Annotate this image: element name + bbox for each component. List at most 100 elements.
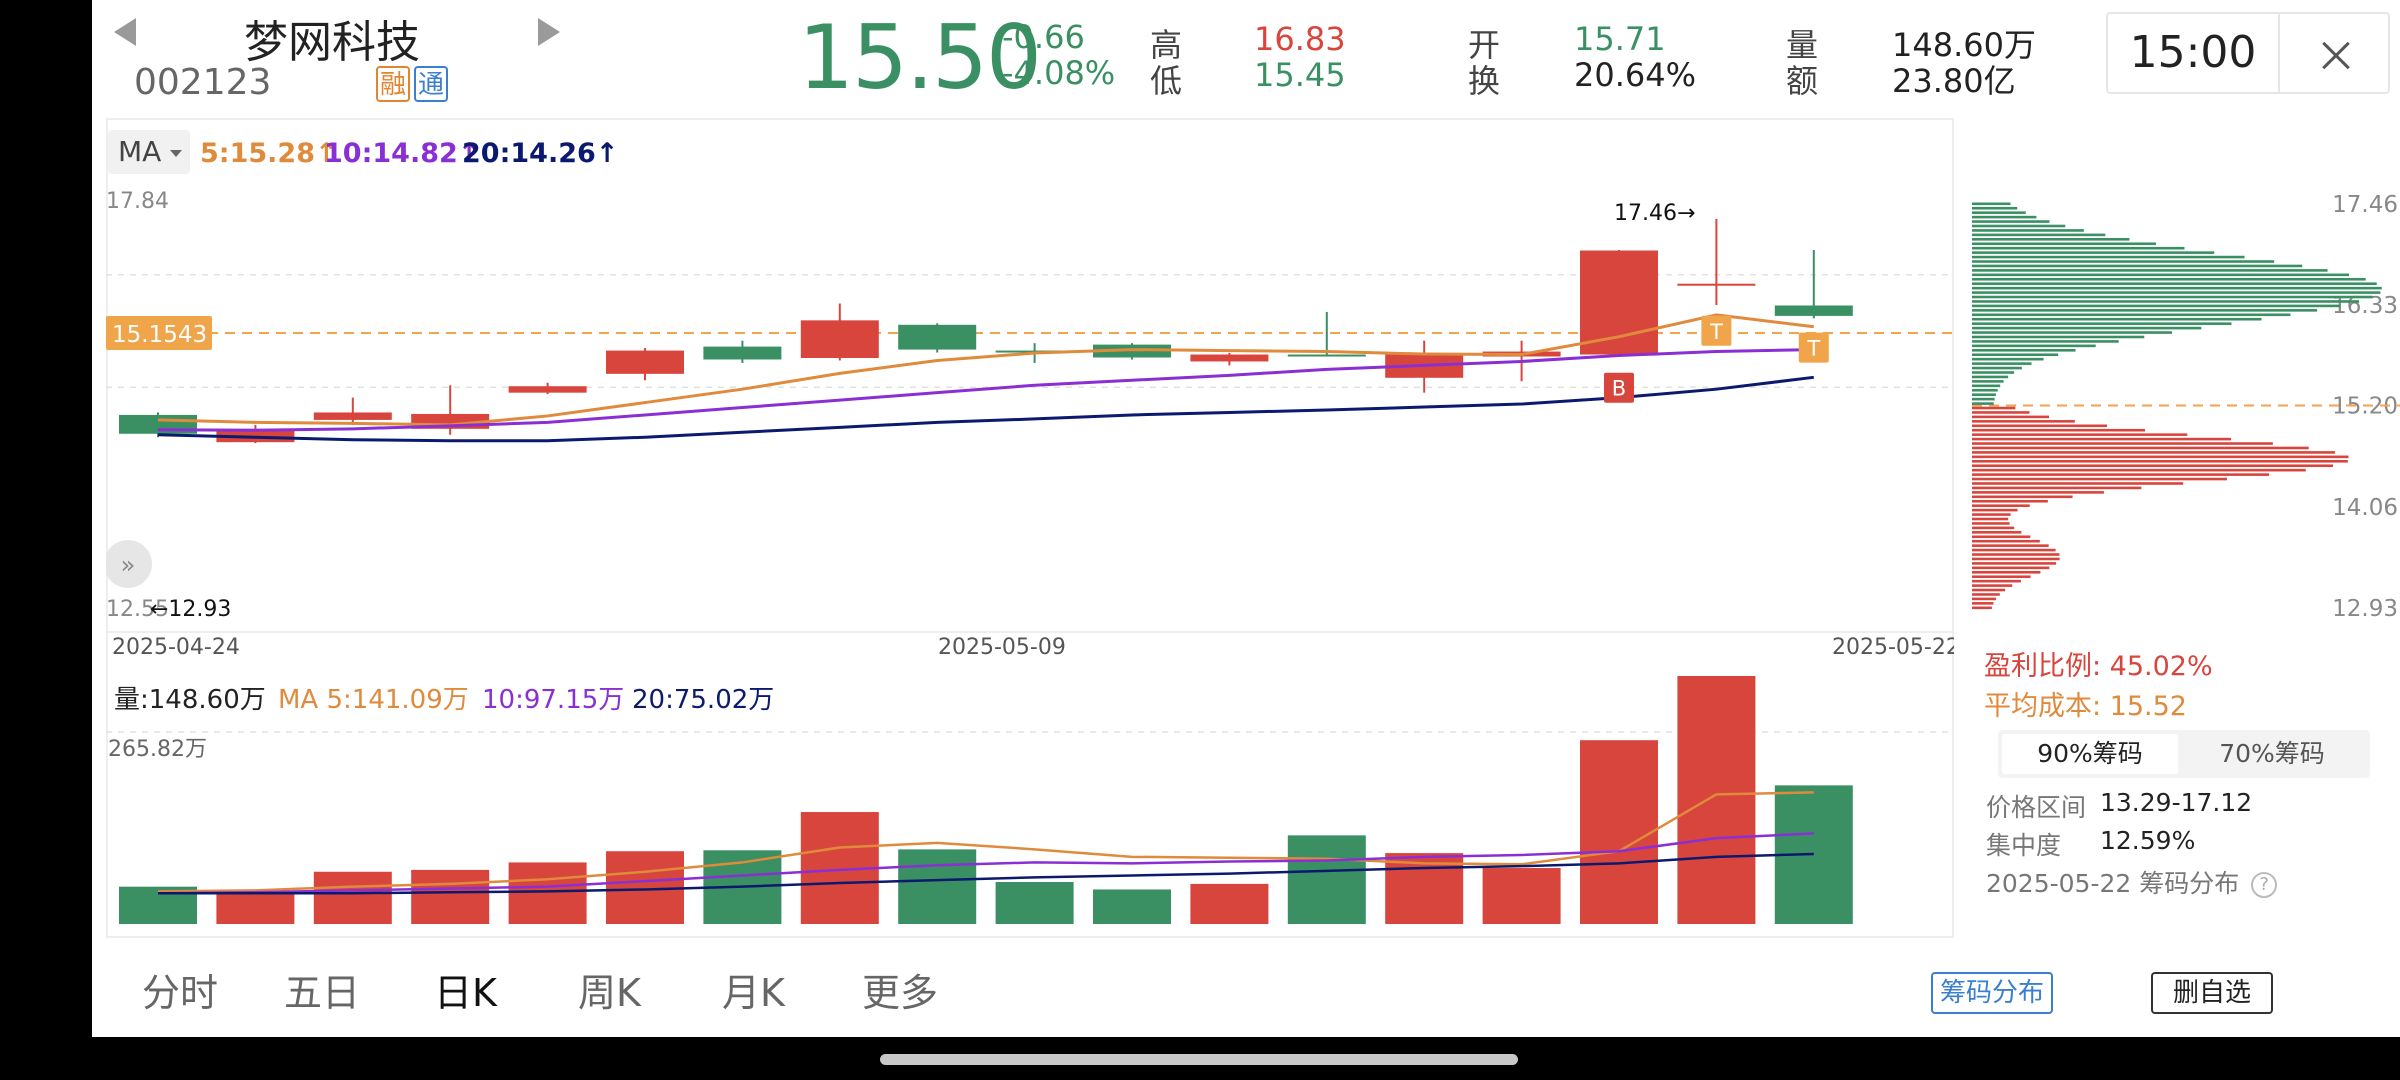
- tab-monthly-k[interactable]: 月K: [722, 962, 785, 1017]
- chip-bar: [1972, 206, 2018, 210]
- help-icon[interactable]: ?: [2251, 872, 2278, 898]
- chip-bar: [1972, 575, 2031, 579]
- margin-trading-badge: 融: [376, 66, 410, 102]
- previous-stock-icon[interactable]: [114, 18, 136, 46]
- candle-body: [606, 350, 684, 374]
- chip-bar: [1972, 238, 2130, 241]
- chip-bar: [1972, 602, 1994, 605]
- chip-bar: [1972, 531, 2022, 534]
- chip-bar: [1972, 264, 2303, 268]
- chip-bar: [1972, 468, 2306, 472]
- signal-label: T: [1709, 320, 1723, 344]
- chip-bar: [1972, 291, 2381, 294]
- chip-bar: [1972, 349, 2076, 352]
- chip-bar: [1972, 317, 2262, 321]
- tab-weekly-k[interactable]: 周K: [578, 962, 641, 1017]
- candle-body: [800, 320, 879, 358]
- low-price-note: ←12.93: [150, 597, 231, 622]
- close-button[interactable]: [2280, 12, 2390, 94]
- chip-bar: [1972, 353, 2059, 357]
- volume-ma20-line: [158, 852, 1814, 895]
- home-indicator[interactable]: [880, 1054, 1518, 1065]
- chip-bar: [1972, 451, 2335, 454]
- chip-bar: [1972, 215, 2037, 219]
- volume-bar: [995, 882, 1074, 924]
- chip-bar: [1972, 371, 2015, 374]
- chip-bar: [1972, 606, 1992, 610]
- volume-bar: [1580, 740, 1658, 924]
- volume-ma20-readout: 20:75.02万: [632, 685, 774, 715]
- chip-bar: [1972, 402, 1994, 405]
- chip-bar: [1972, 344, 2096, 348]
- chip-bar: [1972, 504, 2030, 507]
- chip-bar: [1972, 322, 2232, 325]
- tab-more[interactable]: 更多: [862, 962, 938, 1017]
- price-axis-top: 17.84: [106, 189, 169, 214]
- tab-90-percent-chips[interactable]: 90%筹码: [2002, 734, 2178, 774]
- chip-bar: [1972, 277, 2366, 281]
- chip-bar: [1972, 433, 2188, 436]
- chip-bar: [1972, 331, 2172, 334]
- expand-icon-glyph: »: [121, 551, 136, 579]
- chip-bar: [1972, 397, 1995, 401]
- chip-bar: [1972, 269, 2328, 272]
- chip-bar: [1972, 326, 2202, 330]
- price-range-value: 13.29-17.12: [2100, 788, 2253, 817]
- chip-distribution-button[interactable]: 筹码分布: [1931, 972, 2053, 1014]
- candle-body: [1190, 354, 1269, 362]
- chip-bar: [1972, 522, 2010, 525]
- chip-bar: [1972, 508, 2018, 512]
- tab-70-percent-chips[interactable]: 70%筹码: [2184, 734, 2360, 774]
- time-close-group: 15:00: [1092, 0, 2392, 110]
- indicator-selector[interactable]: MA: [108, 130, 190, 174]
- tab-five-day[interactable]: 五日: [284, 962, 360, 1017]
- date-mid: 2025-05-09: [938, 635, 1066, 660]
- candle-body: [1677, 283, 1756, 286]
- volume-bar: [1482, 868, 1561, 924]
- chip-bar: [1972, 428, 2146, 432]
- chip-bar: [1972, 242, 2156, 246]
- volume-ma10-readout: 10:97.15万: [482, 685, 624, 715]
- chip-bar: [1972, 459, 2348, 463]
- volume-bar: [313, 871, 392, 924]
- remove-from-watchlist-button[interactable]: 删自选: [2151, 972, 2273, 1014]
- chip-bar: [1972, 477, 2227, 481]
- next-stock-icon[interactable]: [538, 18, 560, 46]
- time-display: 15:00: [2106, 12, 2280, 94]
- chip-bar: [1972, 446, 2309, 450]
- stock-code: 002123: [134, 62, 272, 103]
- candle-body: [1580, 250, 1658, 355]
- chip-bar: [1972, 584, 2013, 587]
- tab-intraday[interactable]: 分时: [142, 962, 218, 1017]
- average-cost: 平均成本: 15.52: [1984, 691, 2187, 722]
- profit-ratio: 盈利比例: 45.02%: [1984, 651, 2213, 682]
- stock-name: 梦网科技: [244, 17, 420, 68]
- candle-body: [1287, 354, 1366, 357]
- ma10-readout: 10:14.82↑: [324, 138, 481, 169]
- chip-axis-label: 12.93: [2332, 596, 2398, 622]
- candle-body: [703, 346, 782, 360]
- volume-bar: [1677, 676, 1756, 924]
- chip-bar: [1972, 384, 2001, 388]
- ma20-readout: 20:14.26↑: [462, 138, 619, 169]
- price-range-label: 价格区间: [1986, 793, 2087, 822]
- chip-bar: [1972, 442, 2273, 445]
- tab-daily-k[interactable]: 日K: [434, 962, 497, 1017]
- stock-detail-screen: 梦网科技 002123 融 通 15.50 -0.66 -4.08% 高 16.…: [92, 0, 2400, 1037]
- price-change: -0.66: [1002, 18, 1085, 56]
- chip-bar: [1972, 224, 2066, 228]
- chip-bar: [1972, 295, 2373, 299]
- volume-bar: [898, 849, 977, 924]
- kline-chart[interactable]: 17.8412.5515.1543 2025-04-24 2025-05-09 20…: [106, 186, 1954, 938]
- signal-label: T: [1806, 337, 1820, 361]
- candle-body: [313, 412, 392, 420]
- signal-label: B: [1612, 377, 1626, 401]
- chip-bar: [1972, 380, 2004, 383]
- chip-bar: [1972, 593, 2000, 596]
- concentration-value: 12.59%: [2100, 826, 2196, 855]
- ma5-line: [157, 313, 1814, 427]
- chip-bar: [1972, 260, 2275, 263]
- volume-ma5-readout: MA 5:141.09万: [278, 685, 469, 715]
- price-marker-label: 15.1543: [112, 322, 207, 348]
- chip-percent-tabs: 90%筹码 70%筹码: [1998, 730, 2370, 778]
